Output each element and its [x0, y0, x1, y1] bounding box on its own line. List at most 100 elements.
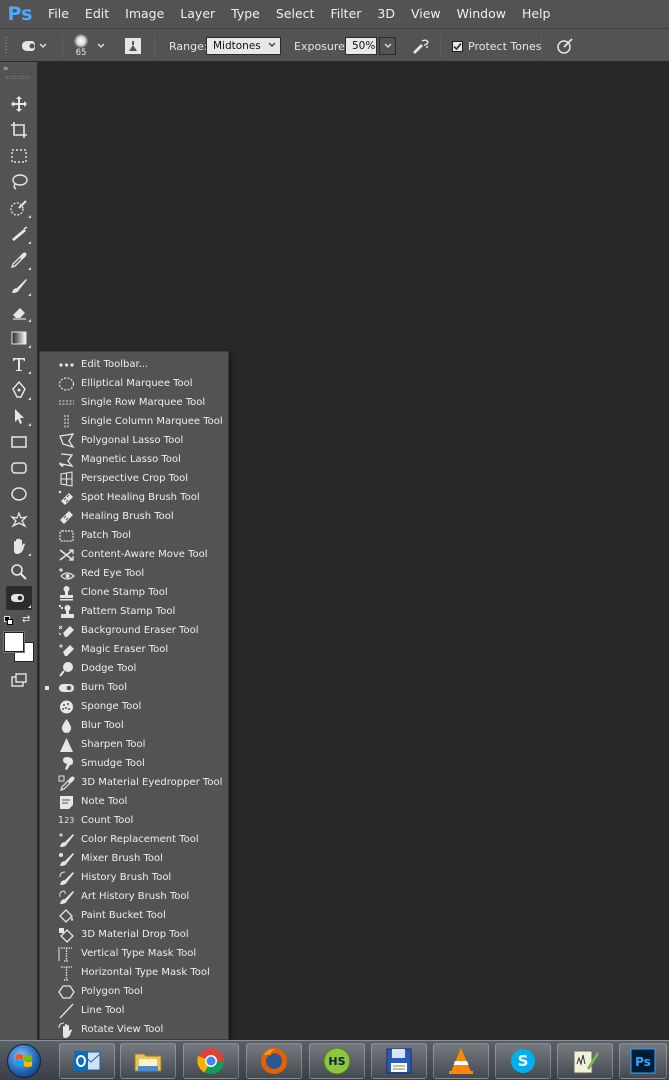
flyout-item-history-brush[interactable]: History Brush Tool: [40, 868, 228, 887]
exposure-input[interactable]: 50%: [345, 37, 377, 55]
taskbar-photoshop[interactable]: Ps: [619, 1043, 667, 1079]
flyout-item-horizontal-type-mask[interactable]: Horizontal Type Mask Tool: [40, 963, 228, 982]
screen-mode-toggle[interactable]: [6, 668, 32, 692]
artboard-tool[interactable]: [6, 118, 32, 142]
menu-image[interactable]: Image: [117, 0, 172, 28]
flyout-item-vertical-type-mask[interactable]: Vertical Type Mask Tool: [40, 944, 228, 963]
flyout-item-perspective-crop[interactable]: Perspective Crop Tool: [40, 469, 228, 488]
taskbar-skype[interactable]: S: [495, 1043, 551, 1079]
type-tool[interactable]: [6, 352, 32, 376]
flyout-item-blur[interactable]: Blur Tool: [40, 716, 228, 735]
artboard-icon: [11, 122, 27, 138]
crop-tool[interactable]: [6, 222, 32, 246]
rectangle-tool[interactable]: [6, 430, 32, 454]
tool-preset-picker[interactable]: [20, 29, 48, 63]
pen-tool[interactable]: [6, 378, 32, 402]
menu-view[interactable]: View: [403, 0, 449, 28]
flyout-item-art-history-brush[interactable]: Art History Brush Tool: [40, 887, 228, 906]
hand-tool[interactable]: [6, 534, 32, 558]
flyout-item-edit-toolbar[interactable]: Edit Toolbar...: [40, 355, 228, 374]
flyout-item-polygon[interactable]: Polygon Tool: [40, 982, 228, 1001]
flyout-item-rotate-view[interactable]: Rotate View Tool: [40, 1020, 228, 1039]
flyout-item-spot-healing[interactable]: Spot Healing Brush Tool: [40, 488, 228, 507]
folder-icon: [134, 1053, 162, 1072]
menu-help[interactable]: Help: [514, 0, 559, 28]
custom-shape-tool[interactable]: [6, 508, 32, 532]
menu-edit[interactable]: Edit: [77, 0, 117, 28]
flyout-item-dodge[interactable]: Dodge Tool: [40, 659, 228, 678]
protect-tones-checkbox[interactable]: Protect Tones: [452, 29, 541, 63]
menu-filter[interactable]: Filter: [322, 0, 369, 28]
flyout-item-note[interactable]: Note Tool: [40, 792, 228, 811]
flyout-item-magic-eraser[interactable]: Magic Eraser Tool: [40, 640, 228, 659]
taskbar-file-explorer[interactable]: [120, 1043, 176, 1079]
menu-3d[interactable]: 3D: [369, 0, 403, 28]
flyout-item-red-eye[interactable]: Red Eye Tool: [40, 564, 228, 583]
collapse-arrows-icon[interactable]: »: [3, 64, 9, 74]
exposure-slider-toggle[interactable]: [379, 29, 396, 63]
flyout-item-clone-stamp[interactable]: Clone Stamp Tool: [40, 583, 228, 602]
flyout-item-background-eraser[interactable]: Background Eraser Tool: [40, 621, 228, 640]
flyout-item-single-column-marquee[interactable]: Single Column Marquee Tool: [40, 412, 228, 431]
ellipse-tool[interactable]: [6, 482, 32, 506]
gradient-tool[interactable]: [6, 326, 32, 350]
ellipse-icon: [11, 487, 27, 501]
taskbar-outlook[interactable]: [59, 1043, 115, 1079]
eraser-tool[interactable]: [6, 300, 32, 324]
default-colors-icon[interactable]: [4, 616, 14, 626]
flyout-item-sponge[interactable]: Sponge Tool: [40, 697, 228, 716]
flyout-item-color-replacement[interactable]: Color Replacement Tool: [40, 830, 228, 849]
taskbar-vlc[interactable]: [433, 1043, 489, 1079]
flyout-item-elliptical-marquee[interactable]: Elliptical Marquee Tool: [40, 374, 228, 393]
foreground-color-swatch[interactable]: [3, 631, 25, 653]
brush-icon: [12, 279, 27, 293]
rectangular-marquee-tool[interactable]: [6, 144, 32, 168]
flyout-item-paint-bucket[interactable]: Paint Bucket Tool: [40, 906, 228, 925]
zoom-tool[interactable]: [6, 560, 32, 584]
flyout-item-mixer-brush[interactable]: Mixer Brush Tool: [40, 849, 228, 868]
start-button[interactable]: [2, 1042, 46, 1080]
taskbar-firefox[interactable]: [246, 1043, 302, 1079]
flyout-item-healing-brush[interactable]: Healing Brush Tool: [40, 507, 228, 526]
flyout-item-patch[interactable]: Patch Tool: [40, 526, 228, 545]
menu-type[interactable]: Type: [223, 0, 268, 28]
eyedropper-tool[interactable]: [6, 248, 32, 272]
flyout-item-single-row-marquee[interactable]: Single Row Marquee Tool: [40, 393, 228, 412]
move-tool[interactable]: [6, 92, 32, 116]
taskbar-notepad-app[interactable]: [557, 1043, 613, 1079]
range-select[interactable]: Midtones: [206, 37, 281, 55]
pressure-size-toggle[interactable]: [555, 29, 575, 63]
brush-preset-dropdown[interactable]: [96, 29, 106, 63]
menu-layer[interactable]: Layer: [172, 0, 223, 28]
menu-window[interactable]: Window: [449, 0, 514, 28]
burn-tool[interactable]: [6, 586, 32, 610]
flyout-item-smudge[interactable]: Smudge Tool: [40, 754, 228, 773]
swap-colors-icon[interactable]: ⇄: [22, 615, 30, 625]
taskbar-hotspot-shield[interactable]: HS: [309, 1043, 365, 1079]
flyout-item-magnetic-lasso[interactable]: Magnetic Lasso Tool: [40, 450, 228, 469]
flyout-item-line[interactable]: Line Tool: [40, 1001, 228, 1020]
menu-file[interactable]: File: [40, 0, 77, 28]
taskbar-chrome[interactable]: [183, 1043, 239, 1079]
flyout-item-burn[interactable]: Burn Tool: [40, 678, 228, 697]
path-selection-tool[interactable]: [6, 404, 32, 428]
flyout-item-pattern-stamp[interactable]: Pattern Stamp Tool: [40, 602, 228, 621]
rounded-rectangle-tool[interactable]: [6, 456, 32, 480]
flyout-item-sharpen[interactable]: Sharpen Tool: [40, 735, 228, 754]
menu-select[interactable]: Select: [268, 0, 323, 28]
airbrush-toggle[interactable]: [410, 29, 430, 63]
flyout-item-content-aware-move[interactable]: Content-Aware Move Tool: [40, 545, 228, 564]
brush-panel-toggle[interactable]: [124, 29, 142, 63]
flyout-item-3d-material-drop[interactable]: 3D Material Drop Tool: [40, 925, 228, 944]
flyout-item-count[interactable]: 123 Count Tool: [40, 811, 228, 830]
quick-selection-tool[interactable]: [6, 196, 32, 220]
eyedropper-icon: [10, 252, 27, 269]
taskbar-save-app[interactable]: [371, 1043, 427, 1079]
flyout-item-3d-material-eyedropper[interactable]: 3D Material Eyedropper Tool: [40, 773, 228, 792]
brush-preset-picker[interactable]: 65: [74, 29, 88, 63]
airbrush-icon: [413, 39, 429, 54]
lasso-tool[interactable]: [6, 170, 32, 194]
brush-tool[interactable]: [6, 274, 32, 298]
flyout-item-polygonal-lasso[interactable]: Polygonal Lasso Tool: [40, 431, 228, 450]
single-column-marquee-icon: [56, 413, 76, 430]
